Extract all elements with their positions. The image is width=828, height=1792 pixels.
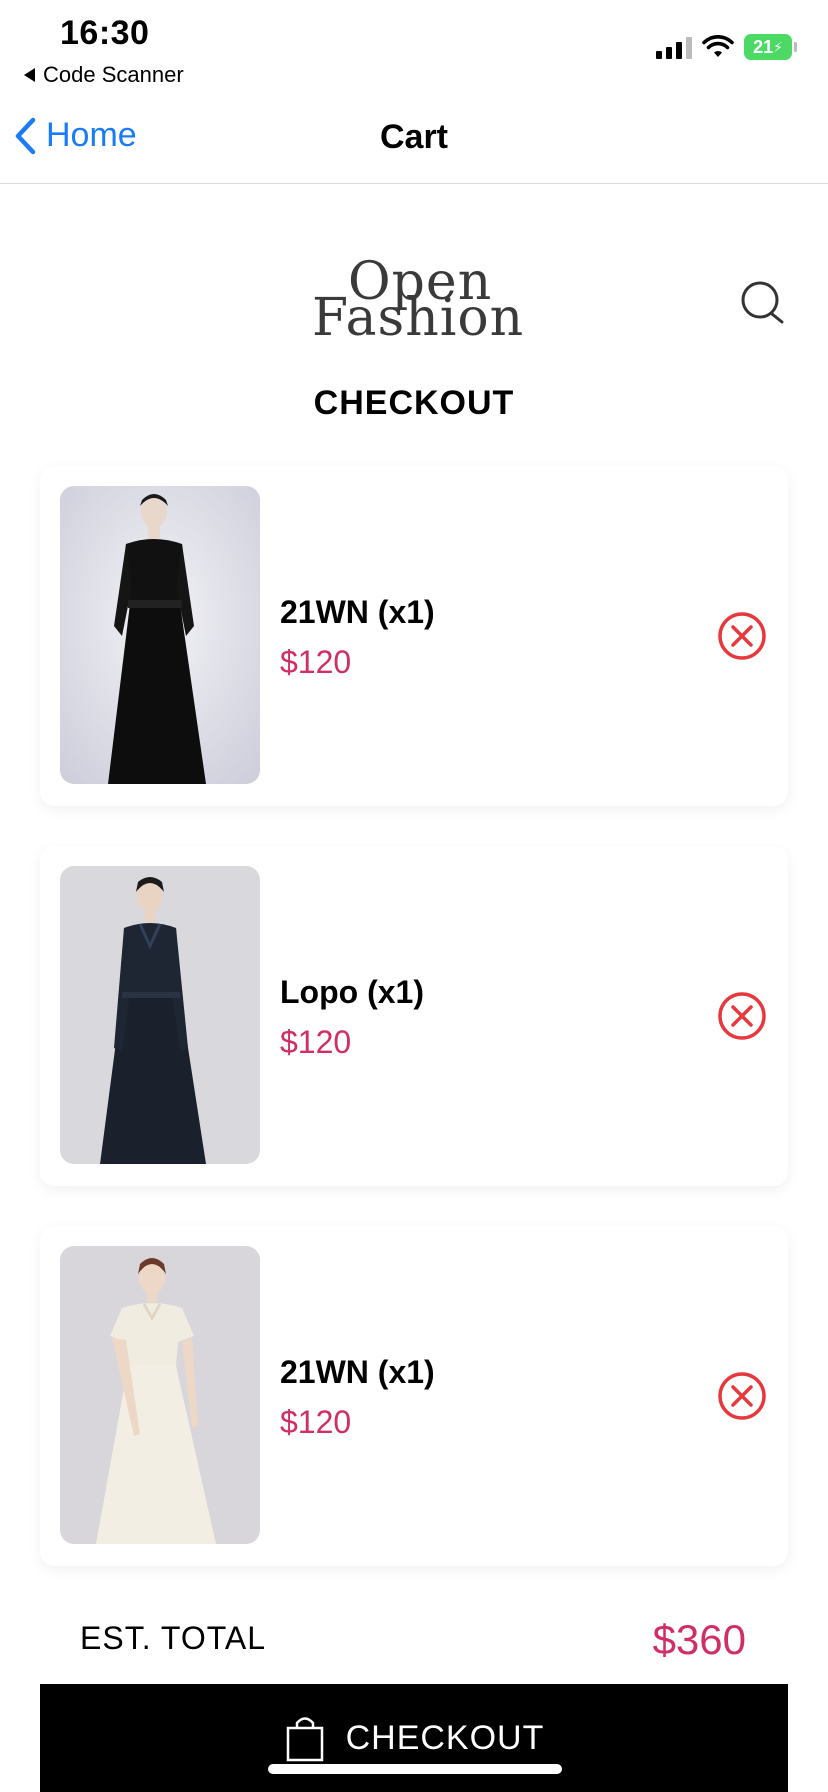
- item-name: Lopo (x1): [280, 974, 424, 1010]
- search-button[interactable]: [738, 278, 788, 328]
- checkout-label: CHECKOUT: [345, 1718, 545, 1757]
- est-total-label: EST. TOTAL: [80, 1620, 267, 1656]
- back-to-app-link[interactable]: Code Scanner: [24, 62, 184, 88]
- battery-level: 21: [753, 36, 774, 57]
- status-time: 16:30: [60, 14, 150, 52]
- item-price: $120: [280, 1404, 352, 1440]
- checkout-button[interactable]: CHECKOUT: [40, 1684, 788, 1792]
- open-fashion-logo[interactable]: Open Fashion: [300, 252, 530, 348]
- shopping-bag-icon: [286, 1717, 323, 1762]
- logo-line-2: Fashion: [312, 288, 525, 348]
- status-bar: 16:30 Code Scanner 21 ⚡: [0, 0, 828, 96]
- cart-item: 21WN (x1) $120: [40, 466, 788, 806]
- status-icons: 21 ⚡: [656, 34, 797, 60]
- remove-item-button[interactable]: [716, 990, 768, 1042]
- item-price: $120: [280, 644, 352, 680]
- est-total-value: $360: [652, 1616, 746, 1663]
- battery-icon: 21 ⚡: [744, 34, 797, 60]
- product-image[interactable]: [60, 1246, 260, 1544]
- product-image[interactable]: [60, 486, 260, 784]
- cart-item: 21WN (x1) $120: [40, 1226, 788, 1566]
- remove-x-circle-icon: [718, 1372, 766, 1420]
- item-price: $120: [280, 1024, 352, 1060]
- home-indicator: [268, 1764, 562, 1774]
- navigation-bar: Home Cart: [0, 96, 828, 184]
- cellular-signal-icon: [656, 35, 692, 59]
- cart-item: Lopo (x1) $120: [40, 846, 788, 1186]
- remove-x-circle-icon: [718, 992, 766, 1040]
- wifi-icon: [702, 35, 734, 57]
- search-icon: [741, 281, 784, 324]
- item-name: 21WN (x1): [280, 594, 435, 630]
- remove-x-circle-icon: [718, 612, 766, 660]
- back-app-label: Code Scanner: [43, 62, 184, 87]
- back-triangle-icon: [24, 68, 35, 82]
- nav-title: Cart: [379, 118, 449, 156]
- remove-item-button[interactable]: [716, 610, 768, 662]
- item-name: 21WN (x1): [280, 1354, 435, 1390]
- remove-item-button[interactable]: [716, 1370, 768, 1422]
- page-title: CHECKOUT: [313, 384, 515, 422]
- product-image[interactable]: [60, 866, 260, 1164]
